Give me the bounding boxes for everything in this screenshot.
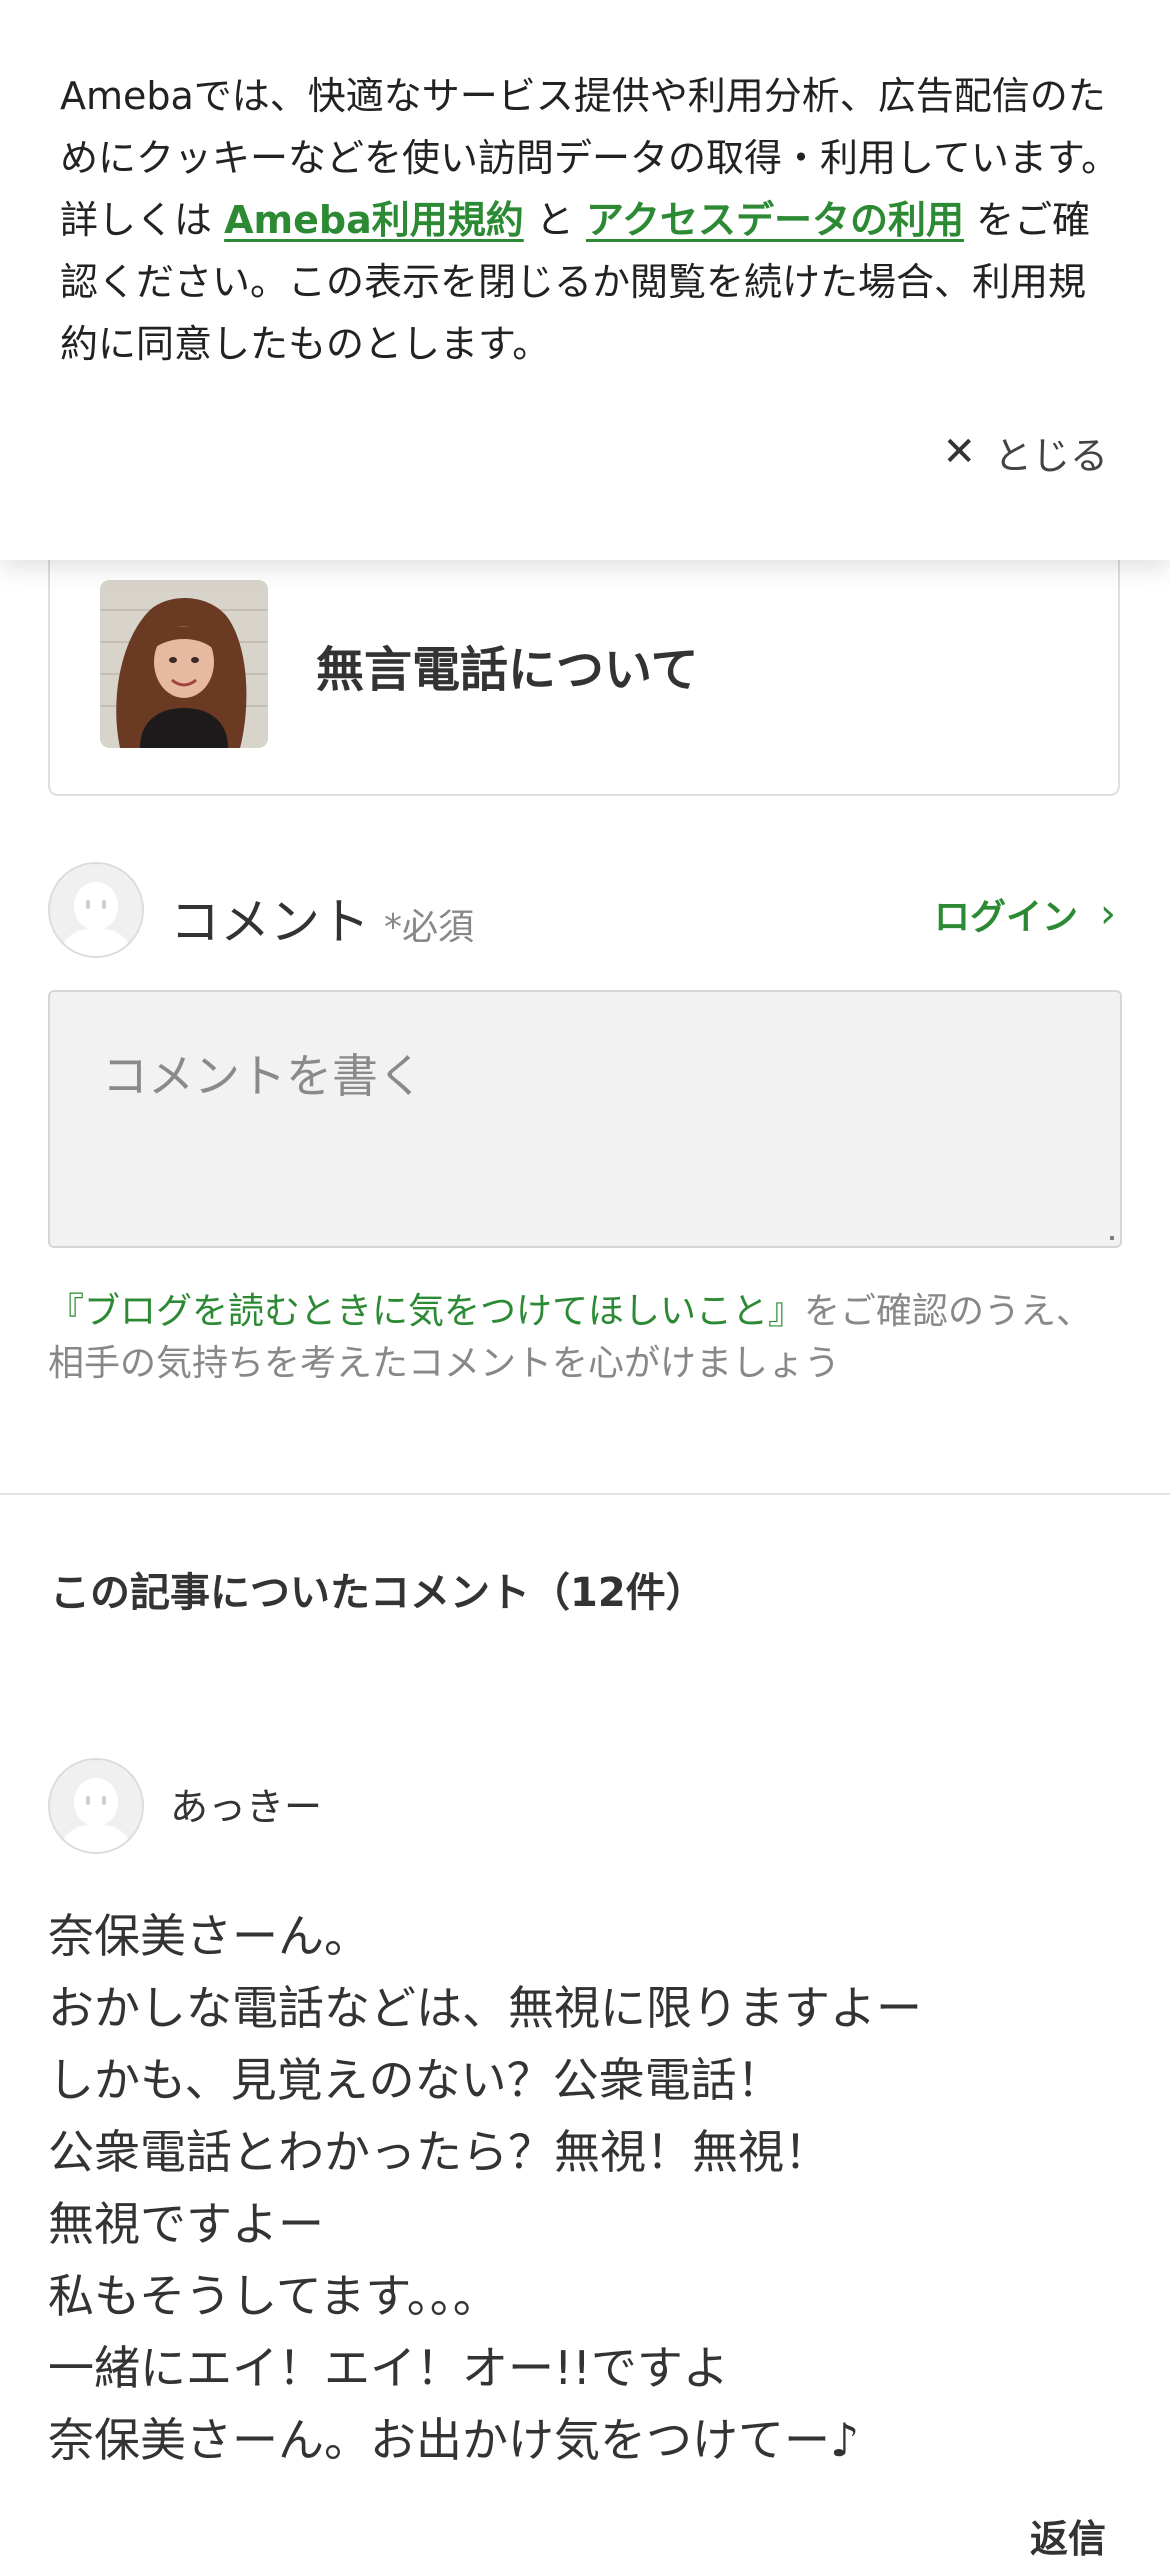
entry-card[interactable]: 無言電話について xyxy=(48,520,1120,796)
comment-input-wrapper xyxy=(48,990,1122,1248)
comment-line: おかしな電話などは、無視に限りますよー xyxy=(48,1981,922,2035)
default-avatar-icon xyxy=(48,1758,144,1854)
default-avatar-icon xyxy=(48,862,144,958)
cookie-consent-banner: Amebaでは、快適なサービス提供や利用分析、広告配信のためにクッキーなどを使い… xyxy=(0,0,1170,560)
entry-thumbnail xyxy=(100,580,268,748)
comment-line: 無視ですよー xyxy=(48,2197,324,2251)
login-label: ログイン xyxy=(933,897,1078,938)
cookie-message: Amebaでは、快適なサービス提供や利用分析、広告配信のためにクッキーなどを使い… xyxy=(60,65,1120,375)
terms-of-use-link[interactable]: Ameba利用規約 xyxy=(224,198,524,242)
comment-textarea[interactable] xyxy=(50,992,1120,1246)
comment-line: 私もそうしてます。。。 xyxy=(48,2269,499,2323)
blog-guideline-link[interactable]: 『ブログを読むときに気をつけてほしいこと』 xyxy=(48,1291,804,1332)
section-divider xyxy=(0,1493,1170,1495)
reply-button[interactable]: 返信 xyxy=(1030,2508,1106,2563)
login-link[interactable]: ログイン › xyxy=(934,888,1116,940)
comment-body: 奈保美さーん。 おかしな電話などは、無視に限りますよー しかも、見覚えのない？公… xyxy=(48,1900,1128,2476)
close-icon: ✕ xyxy=(942,429,976,475)
cookie-text-connector: と xyxy=(535,198,574,242)
entry-title: 無言電話について xyxy=(316,642,699,698)
comments-heading: この記事についたコメント（12件） xyxy=(50,1570,706,1616)
resize-handle[interactable] xyxy=(1110,1236,1114,1240)
access-data-usage-link[interactable]: アクセスデータの利用 xyxy=(586,198,964,242)
comment-line: 奈保美さーん。 xyxy=(48,1909,370,1963)
comment-label: コメント xyxy=(170,893,370,951)
comment-line: しかも、見覚えのない？公衆電話！ xyxy=(48,2053,783,2107)
chevron-right-icon: › xyxy=(1100,891,1116,937)
commenter-name[interactable]: あっきー xyxy=(170,1776,322,1831)
comment-guideline: 『ブログを読むときに気をつけてほしいこと』をご確認のうえ、相手の気持ちを考えたコ… xyxy=(48,1286,1128,1390)
comment-line: 一緒にエイ！エイ！オー!!ですよ xyxy=(48,2341,729,2395)
comment-line: 奈保美さーん。お出かけ気をつけてー♪ xyxy=(48,2413,860,2467)
cookie-close-button[interactable]: ✕ とじる xyxy=(942,422,1108,482)
comment-line: 公衆電話とわかったら？無視！無視！ xyxy=(48,2125,830,2179)
required-indicator: *必須 xyxy=(384,907,475,948)
cookie-close-label: とじる xyxy=(993,433,1108,478)
